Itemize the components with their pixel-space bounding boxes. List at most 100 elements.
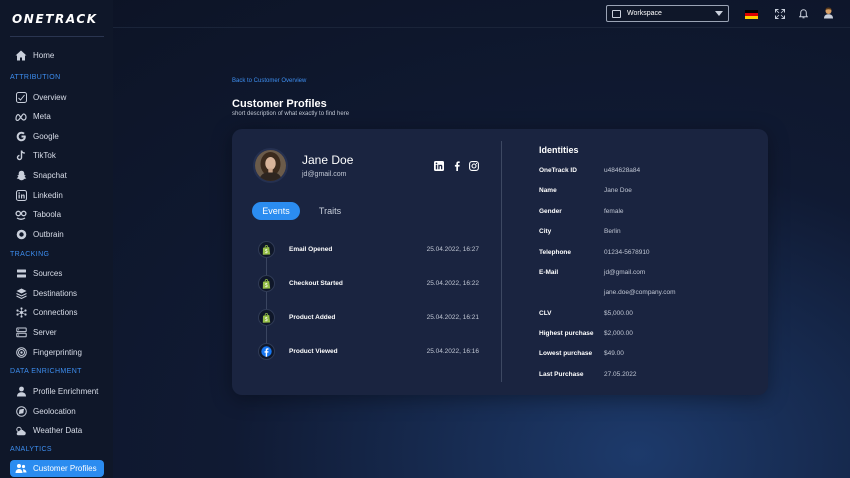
sidebar-item-label: Overview — [33, 93, 67, 102]
sources-icon — [15, 268, 27, 280]
chart-check-icon — [15, 92, 27, 104]
identity-value: $5,000.00 — [604, 310, 633, 317]
sidebar-item-meta[interactable]: Meta — [10, 108, 104, 125]
linkedin-icon[interactable] — [434, 161, 444, 171]
logo-divider — [10, 36, 104, 37]
sidebar-item-label: Meta — [33, 112, 51, 121]
sidebar-item-linkedin[interactable]: Linkedin — [10, 187, 104, 204]
identity-label: CLV — [539, 310, 552, 317]
app-logo: ONETRACK — [12, 12, 98, 26]
identity-label: Telephone — [539, 249, 572, 256]
shopify-icon — [258, 275, 275, 292]
identity-value: Jane Doe — [604, 187, 632, 194]
snapchat-icon — [15, 170, 27, 182]
sidebar-item-snapchat[interactable]: Snapchat — [10, 167, 104, 184]
event-name: Checkout Started — [289, 280, 343, 287]
sidebar-item-google[interactable]: Google — [10, 128, 104, 145]
profile-card — [232, 129, 768, 395]
identity-value: female — [604, 208, 624, 215]
tab-events[interactable]: Events — [252, 202, 300, 220]
profile-name: Jane Doe — [302, 153, 354, 167]
identity-value: 27.05.2022 — [604, 371, 637, 378]
timeline-line — [266, 250, 267, 352]
avatar — [253, 148, 288, 183]
sidebar-item-label: Weather Data — [33, 426, 83, 435]
identity-value: u484628a84 — [604, 167, 641, 174]
sidebar-item-label: Profile Enrichment — [33, 387, 99, 396]
user-avatar-icon[interactable] — [823, 7, 834, 18]
section-data-enrichment: DATA ENRICHMENT — [10, 368, 82, 375]
identity-value: Berlin — [604, 228, 621, 235]
identity-label: City — [539, 228, 552, 235]
sidebar-item-label: TikTok — [33, 151, 56, 160]
sidebar-item-label: Sources — [33, 269, 63, 278]
sidebar-item-server[interactable]: Server — [10, 324, 104, 341]
event-date: 25.04.2022, 16:27 — [426, 246, 479, 253]
identity-value: $2,000.00 — [604, 330, 633, 337]
sidebar-item-sources[interactable]: Sources — [10, 265, 104, 282]
sidebar-item-connections[interactable]: Connections — [10, 304, 104, 321]
shopify-icon — [258, 241, 275, 258]
sidebar-item-weather-data[interactable]: Weather Data — [10, 422, 104, 439]
meta-icon — [15, 111, 27, 123]
sidebar-item-label: Snapchat — [33, 171, 67, 180]
sidebar-item-tiktok[interactable]: TikTok — [10, 147, 104, 164]
sidebar-item-fingerprinting[interactable]: Fingerprinting — [10, 344, 104, 361]
sidebar-item-outbrain[interactable]: Outbrain — [10, 226, 104, 243]
identity-label: Name — [539, 187, 557, 194]
event-date: 25.04.2022, 16:21 — [426, 314, 479, 321]
section-attribution: ATTRIBUTION — [10, 74, 61, 81]
event-date: 25.04.2022, 16:22 — [426, 280, 479, 287]
sidebar-item-label: Linkedin — [33, 191, 63, 200]
sidebar-item-home[interactable]: Home — [10, 47, 104, 64]
sidebar-item-geolocation[interactable]: Geolocation — [10, 403, 104, 420]
section-analytics: ANALYTICS — [10, 446, 52, 453]
server-icon — [15, 327, 27, 339]
sidebar-item-label: Customer Profiles — [33, 464, 97, 473]
user-icon — [15, 386, 27, 398]
event-name: Product Added — [289, 314, 336, 321]
top-bar — [113, 0, 850, 28]
calendar-icon — [612, 9, 621, 18]
workspace-select[interactable]: Workspace — [606, 5, 729, 22]
weather-icon — [15, 425, 27, 437]
facebook-icon[interactable] — [452, 161, 462, 171]
language-flag-de-icon[interactable] — [745, 10, 758, 19]
event-name: Email Opened — [289, 246, 333, 253]
sidebar-item-label: Connections — [33, 308, 78, 317]
identity-label: OneTrack ID — [539, 167, 577, 174]
facebook-icon — [258, 343, 275, 360]
fingerprint-icon — [15, 347, 27, 359]
identities-title: Identities — [539, 145, 579, 155]
sidebar-item-destinations[interactable]: Destinations — [10, 285, 104, 302]
sidebar-item-taboola[interactable]: Taboola — [10, 206, 104, 223]
outbrain-icon — [15, 229, 27, 241]
identity-value: jane.doe@company.com — [604, 289, 676, 296]
destinations-icon — [15, 288, 27, 300]
back-link[interactable]: Back to Customer Overview — [232, 78, 306, 84]
identity-label: Highest purchase — [539, 330, 594, 337]
fullscreen-icon[interactable] — [774, 8, 785, 19]
identity-label: Lowest purchase — [539, 350, 593, 357]
sidebar-item-label: Outbrain — [33, 230, 64, 239]
sidebar: ONETRACK Home ATTRIBUTION Overview Meta … — [0, 0, 113, 478]
taboola-icon — [15, 209, 27, 221]
section-tracking: TRACKING — [10, 251, 50, 258]
tiktok-icon — [15, 150, 27, 162]
sidebar-item-label: Taboola — [33, 210, 62, 219]
sidebar-item-overview[interactable]: Overview — [10, 89, 104, 106]
sidebar-item-label: Destinations — [33, 289, 78, 298]
bell-icon[interactable] — [798, 8, 809, 19]
users-icon — [15, 463, 27, 475]
sidebar-item-label: Google — [33, 132, 59, 141]
identity-label: Last Purchase — [539, 371, 584, 378]
tab-traits[interactable]: Traits — [309, 202, 351, 220]
shopify-icon — [258, 309, 275, 326]
sidebar-item-label: Home — [33, 51, 55, 60]
sidebar-item-profile-enrichment[interactable]: Profile Enrichment — [10, 383, 104, 400]
home-icon — [15, 50, 27, 62]
sidebar-item-customer-profiles[interactable]: Customer Profiles — [10, 460, 104, 477]
linkedin-icon — [15, 190, 27, 202]
sidebar-item-label: Fingerprinting — [33, 348, 82, 357]
instagram-icon[interactable] — [469, 161, 479, 171]
